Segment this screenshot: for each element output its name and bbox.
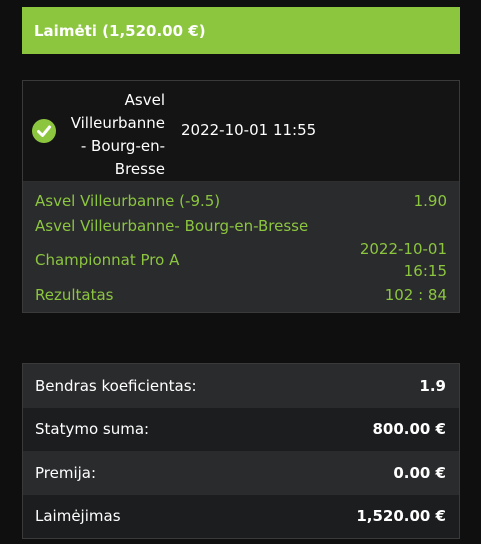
league-time: 16:15 [403,262,447,280]
total-odds-value: 1.9 [419,376,446,395]
result-row: Rezultatas 102 : 84 [35,286,447,304]
league-date: 2022-10-01 [359,240,447,258]
selection-text: Asvel Villeurbanne (-9.5) [35,192,221,210]
winnings-label: Laimėjimas [35,507,121,526]
bet-card: Asvel Villeurbanne - Bourg-en-Bresse 202… [22,80,460,313]
stake-label: Statymo suma: [35,420,150,439]
match-datetime: 2022-10-01 11:55 [181,121,317,139]
winnings-value: 1,520.00 € [356,507,446,526]
bonus-row: Premija: 0.00 € [23,451,459,495]
event-name: Asvel Villeurbanne- Bourg-en-Bresse [35,217,309,235]
check-circle-icon [32,119,56,143]
league-datetime: 2022-10-01 16:15 [35,240,447,282]
bet-summary: Bendras koeficientas: 1.9 Statymo suma: … [22,363,460,539]
result-value: 102 : 84 [384,286,447,304]
selection-odds: 1.90 [413,192,447,210]
stake-value: 800.00 € [372,420,446,439]
stake-row: Statymo suma: 800.00 € [23,407,459,451]
selection-row: Asvel Villeurbanne (-9.5) 1.90 [35,192,447,210]
won-banner: Laimėti (1,520.00 €) [22,7,460,54]
total-odds-row: Bendras koeficientas: 1.9 [23,364,459,408]
bet-card-header: Asvel Villeurbanne - Bourg-en-Bresse 202… [23,81,459,182]
won-banner-text: Laimėti (1,520.00 €) [34,21,206,40]
match-name: Asvel Villeurbanne - Bourg-en-Bresse [70,91,165,178]
bonus-label: Premija: [35,463,97,482]
result-label: Rezultatas [35,286,114,304]
event-row: Asvel Villeurbanne- Bourg-en-Bresse [35,217,447,235]
bonus-value: 0.00 € [393,463,446,482]
winnings-row: Laimėjimas 1,520.00 € [23,494,459,538]
total-odds-label: Bendras koeficientas: [35,376,197,395]
